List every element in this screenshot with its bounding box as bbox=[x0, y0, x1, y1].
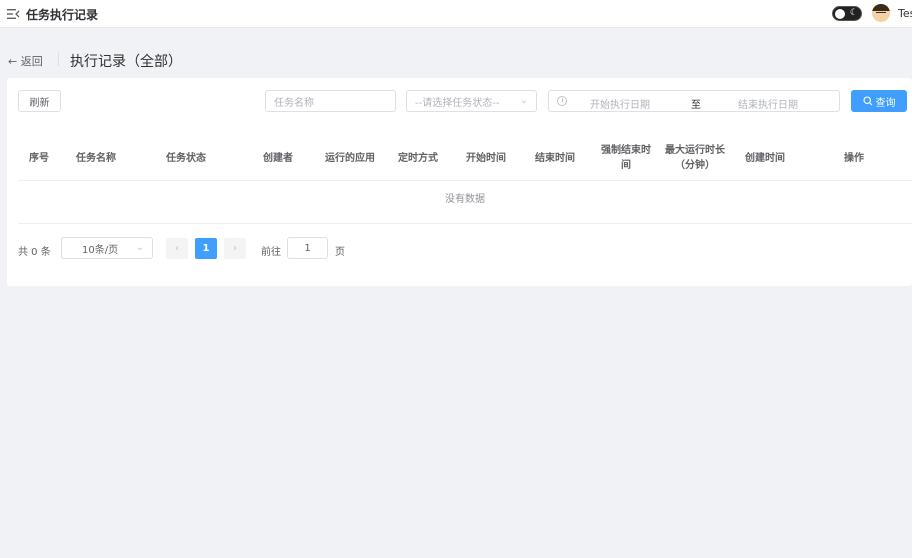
main-card: 刷新 任务名称 --请选择任务状态-- ⌄ 开始执行日期 至 结束执行日期 查询… bbox=[7, 78, 912, 286]
menu-fold-icon[interactable] bbox=[6, 7, 20, 21]
search-icon bbox=[862, 96, 872, 106]
table-header-divider bbox=[18, 180, 912, 181]
next-page-button[interactable]: › bbox=[224, 238, 246, 259]
column-header-created-time: 创建时间 bbox=[745, 152, 785, 164]
date-separator: 至 bbox=[691, 100, 701, 111]
page-number-current[interactable]: 1 bbox=[195, 238, 217, 259]
column-header-task-name: 任务名称 bbox=[76, 152, 116, 164]
column-header-task-status: 任务状态 bbox=[166, 152, 206, 164]
page-size-value: 10条/页 bbox=[82, 244, 119, 256]
column-header-force-end-time: 强制结束时间 bbox=[601, 145, 651, 171]
task-status-placeholder: --请选择任务状态-- bbox=[415, 97, 500, 109]
query-button[interactable]: 查询 bbox=[851, 90, 907, 112]
refresh-button[interactable]: 刷新 bbox=[18, 90, 61, 112]
query-label: 查询 bbox=[875, 97, 896, 109]
column-header-actions: 操作 bbox=[844, 152, 864, 164]
column-header-creator: 创建者 bbox=[263, 152, 293, 164]
toggle-knob bbox=[835, 9, 845, 19]
chevron-down-icon: ⌄ bbox=[135, 242, 144, 253]
avatar[interactable] bbox=[872, 4, 890, 22]
goto-label: 前往 bbox=[261, 247, 281, 258]
date-range-picker[interactable]: 开始执行日期 至 结束执行日期 bbox=[548, 90, 840, 112]
page-size-select[interactable]: 10条/页 ⌄ bbox=[61, 237, 153, 259]
column-header-max-runtime: 最大运行时长（分钟） bbox=[665, 145, 725, 171]
empty-state: 没有数据 bbox=[445, 194, 485, 205]
table-bottom-divider bbox=[18, 223, 912, 224]
avatar-glasses bbox=[876, 12, 886, 13]
pagination-total: 共 0 条 bbox=[18, 247, 51, 258]
avatar-hair bbox=[872, 4, 890, 11]
header-divider bbox=[58, 52, 59, 66]
goto-page-input[interactable]: 1 bbox=[287, 237, 328, 259]
moon-icon: ☾ bbox=[849, 8, 858, 18]
page-title: 执行记录（全部） bbox=[70, 54, 182, 70]
back-link[interactable]: ← 返回 bbox=[8, 53, 43, 69]
column-header-index: 序号 bbox=[29, 152, 49, 164]
date-start-input[interactable]: 开始执行日期 bbox=[590, 96, 650, 111]
task-name-input[interactable]: 任务名称 bbox=[265, 90, 396, 112]
column-header-end-time: 结束时间 bbox=[535, 152, 575, 164]
clock-icon bbox=[557, 96, 567, 106]
prev-page-button[interactable]: ‹ bbox=[166, 238, 188, 259]
column-header-start-time: 开始时间 bbox=[466, 152, 506, 164]
app-title: 任务执行记录 bbox=[26, 8, 99, 22]
task-status-select[interactable]: --请选择任务状态-- ⌄ bbox=[406, 90, 537, 112]
date-end-input[interactable]: 结束执行日期 bbox=[738, 96, 798, 111]
user-name[interactable]: Test bbox=[898, 7, 912, 20]
theme-toggle[interactable]: ☾ bbox=[832, 6, 862, 21]
column-header-app: 运行的应用 bbox=[325, 152, 375, 164]
goto-suffix: 页 bbox=[335, 247, 345, 258]
top-bar: 任务执行记录 ☾ Test bbox=[0, 0, 912, 28]
chevron-down-icon: ⌄ bbox=[519, 95, 528, 106]
column-header-schedule: 定时方式 bbox=[398, 152, 438, 164]
